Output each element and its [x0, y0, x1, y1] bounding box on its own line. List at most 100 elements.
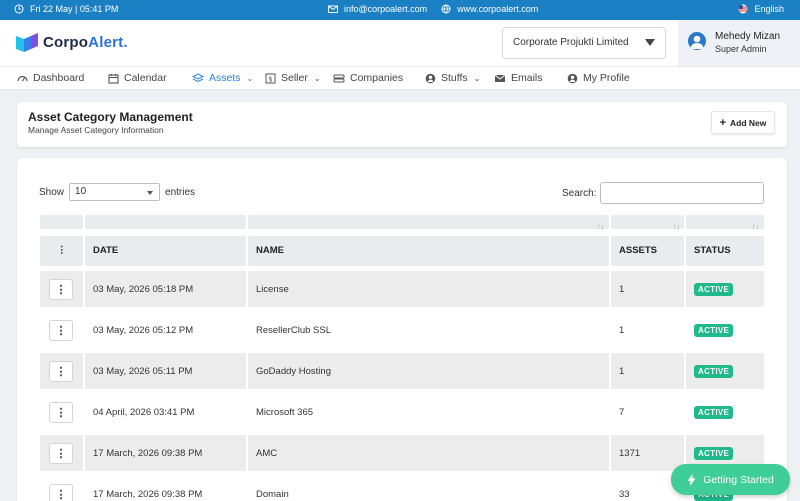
companies-icon	[333, 74, 345, 82]
filter-cell	[248, 215, 609, 229]
search-control: Search:	[562, 182, 765, 204]
table-row: ⋮ 03 May, 2026 05:12 PM ResellerClub SSL…	[40, 312, 764, 348]
column-filter-row: ↑↓ ↑↓ ↑↓	[40, 215, 764, 231]
clock-icon	[14, 4, 24, 14]
header-actions-icon: ⋮	[40, 236, 83, 266]
page-title: Asset Category Management	[28, 110, 193, 124]
row-actions-button[interactable]: ⋮	[49, 360, 73, 382]
row-actions-button[interactable]: ⋮	[49, 483, 73, 501]
header-name[interactable]: NAME	[248, 236, 609, 266]
search-label: Search:	[562, 187, 597, 199]
language-selector[interactable]: English	[738, 4, 784, 14]
contact-group: info@corpoalert.com www.corpoalert.com	[328, 4, 538, 14]
nav-item-emails[interactable]: Emails	[494, 72, 543, 84]
user-menu[interactable]: Mehedy Mizan Super Admin	[678, 20, 800, 66]
header-status[interactable]: STATUS	[686, 236, 764, 266]
nav-item-seller[interactable]: $ Seller ⌄	[265, 72, 321, 84]
nav-item-dashboard[interactable]: Dashboard	[17, 72, 84, 84]
row-assets: 1371	[611, 435, 684, 471]
row-date: 03 May, 2026 05:18 PM	[85, 271, 246, 307]
row-date: 03 May, 2026 05:11 PM	[85, 353, 246, 389]
status-badge: ACTIVE	[694, 282, 734, 296]
row-actions-button[interactable]: ⋮	[49, 278, 73, 300]
chevron-down-icon: ⌄	[246, 73, 254, 83]
chevron-down-icon: ⌄	[473, 73, 481, 83]
add-new-button[interactable]: + Add New	[711, 111, 775, 134]
caret-down-icon	[645, 39, 655, 46]
nav-item-assets[interactable]: Assets ⌄	[192, 72, 253, 84]
status-badge: ACTIVE	[694, 323, 734, 337]
logo[interactable]: CorpoAlert.	[16, 32, 128, 52]
globe-icon	[441, 4, 451, 14]
status-badge: ACTIVE	[694, 364, 734, 378]
company-select-value: Corporate Projukti Limited	[513, 37, 629, 48]
contact-email-link[interactable]: info@corpoalert.com	[344, 4, 427, 14]
caret-down-icon	[147, 191, 154, 195]
svg-text:$: $	[268, 75, 272, 83]
status-badge: ACTIVE	[694, 446, 734, 460]
nav-item-my-profile[interactable]: My Profile	[567, 72, 630, 84]
sort-icon[interactable]: ↑↓	[752, 224, 759, 231]
row-assets: 1	[611, 312, 684, 348]
row-actions-button[interactable]: ⋮	[49, 319, 73, 341]
user-role: Super Admin	[715, 44, 767, 54]
page-length-control: Show 10 entries	[39, 183, 195, 201]
row-name: ResellerClub SSL	[248, 312, 609, 348]
sort-icon[interactable]: ↑↓	[597, 224, 604, 231]
row-assets: 1	[611, 271, 684, 307]
user-name: Mehedy Mizan	[715, 31, 781, 42]
nav-item-stuffs[interactable]: Stuffs ⌄	[425, 72, 480, 84]
mail-icon	[328, 4, 338, 14]
profile-icon	[567, 73, 578, 83]
entries-select[interactable]: 10	[69, 183, 161, 201]
filter-cell	[85, 215, 246, 229]
avatar	[688, 32, 706, 50]
row-actions-button[interactable]: ⋮	[49, 401, 73, 423]
language-label: English	[754, 4, 784, 14]
table-row: ⋮ 03 May, 2026 05:11 PM GoDaddy Hosting …	[40, 353, 764, 389]
header-assets[interactable]: ASSETS	[611, 236, 684, 266]
filter-cell	[40, 215, 83, 229]
table-row: ⋮ 03 May, 2026 05:18 PM License 1 ACTIVE	[40, 271, 764, 307]
sort-icon[interactable]: ↑↓	[673, 224, 680, 231]
row-date: 03 May, 2026 05:12 PM	[85, 312, 246, 348]
row-assets: 7	[611, 394, 684, 430]
row-date: 17 March, 2026 09:38 PM	[85, 435, 246, 471]
row-name: AMC	[248, 435, 609, 471]
getting-started-button[interactable]: Getting Started	[671, 464, 790, 495]
header-date[interactable]: DATE	[85, 236, 246, 266]
header: CorpoAlert. Corporate Projukti Limited M…	[0, 20, 800, 66]
main-nav: Dashboard Calendar Assets ⌄ $ Seller ⌄ C…	[0, 66, 800, 90]
search-input[interactable]	[600, 182, 765, 204]
row-date: 04 April, 2026 03:41 PM	[85, 394, 246, 430]
page-header-card: Asset Category Management Manage Asset C…	[17, 102, 787, 147]
plus-icon: +	[719, 116, 727, 129]
seller-icon: $	[265, 73, 276, 83]
logo-mark-icon	[16, 33, 38, 52]
website-link[interactable]: www.corpoalert.com	[457, 4, 538, 14]
lightning-icon	[687, 473, 696, 486]
row-name: Microsoft 365	[248, 394, 609, 430]
user-icon	[425, 73, 436, 83]
table-row: ⋮ 17 March, 2026 09:38 PM AMC 1371 ACTIV…	[40, 435, 764, 471]
row-name: License	[248, 271, 609, 307]
table-row: ⋮ 17 March, 2026 09:38 PM Domain 33 ACTI…	[40, 476, 764, 501]
row-name: GoDaddy Hosting	[248, 353, 609, 389]
table-header: ⋮ DATE NAME ASSETS STATUS	[40, 236, 764, 266]
table-row: ⋮ 04 April, 2026 03:41 PM Microsoft 365 …	[40, 394, 764, 430]
row-actions-button[interactable]: ⋮	[49, 442, 73, 464]
row-name: Domain	[248, 476, 609, 501]
us-flag-icon	[738, 4, 748, 14]
brand-name: CorpoAlert.	[43, 33, 128, 51]
top-info-bar: Fri 22 May | 05:41 PM info@corpoalert.co…	[0, 0, 800, 20]
status-badge: ACTIVE	[694, 405, 734, 419]
calendar-icon	[108, 73, 119, 84]
nav-item-calendar[interactable]: Calendar	[108, 72, 167, 84]
dashboard-icon	[17, 75, 28, 81]
row-assets: 1	[611, 353, 684, 389]
email-icon	[494, 74, 506, 82]
layers-icon	[192, 72, 204, 82]
table-card: Show 10 entries Search: ↑↓ ↑↓ ↑↓ ⋮ DATE …	[17, 158, 787, 501]
nav-item-companies[interactable]: Companies	[333, 72, 403, 84]
company-select[interactable]: Corporate Projukti Limited	[502, 27, 666, 59]
